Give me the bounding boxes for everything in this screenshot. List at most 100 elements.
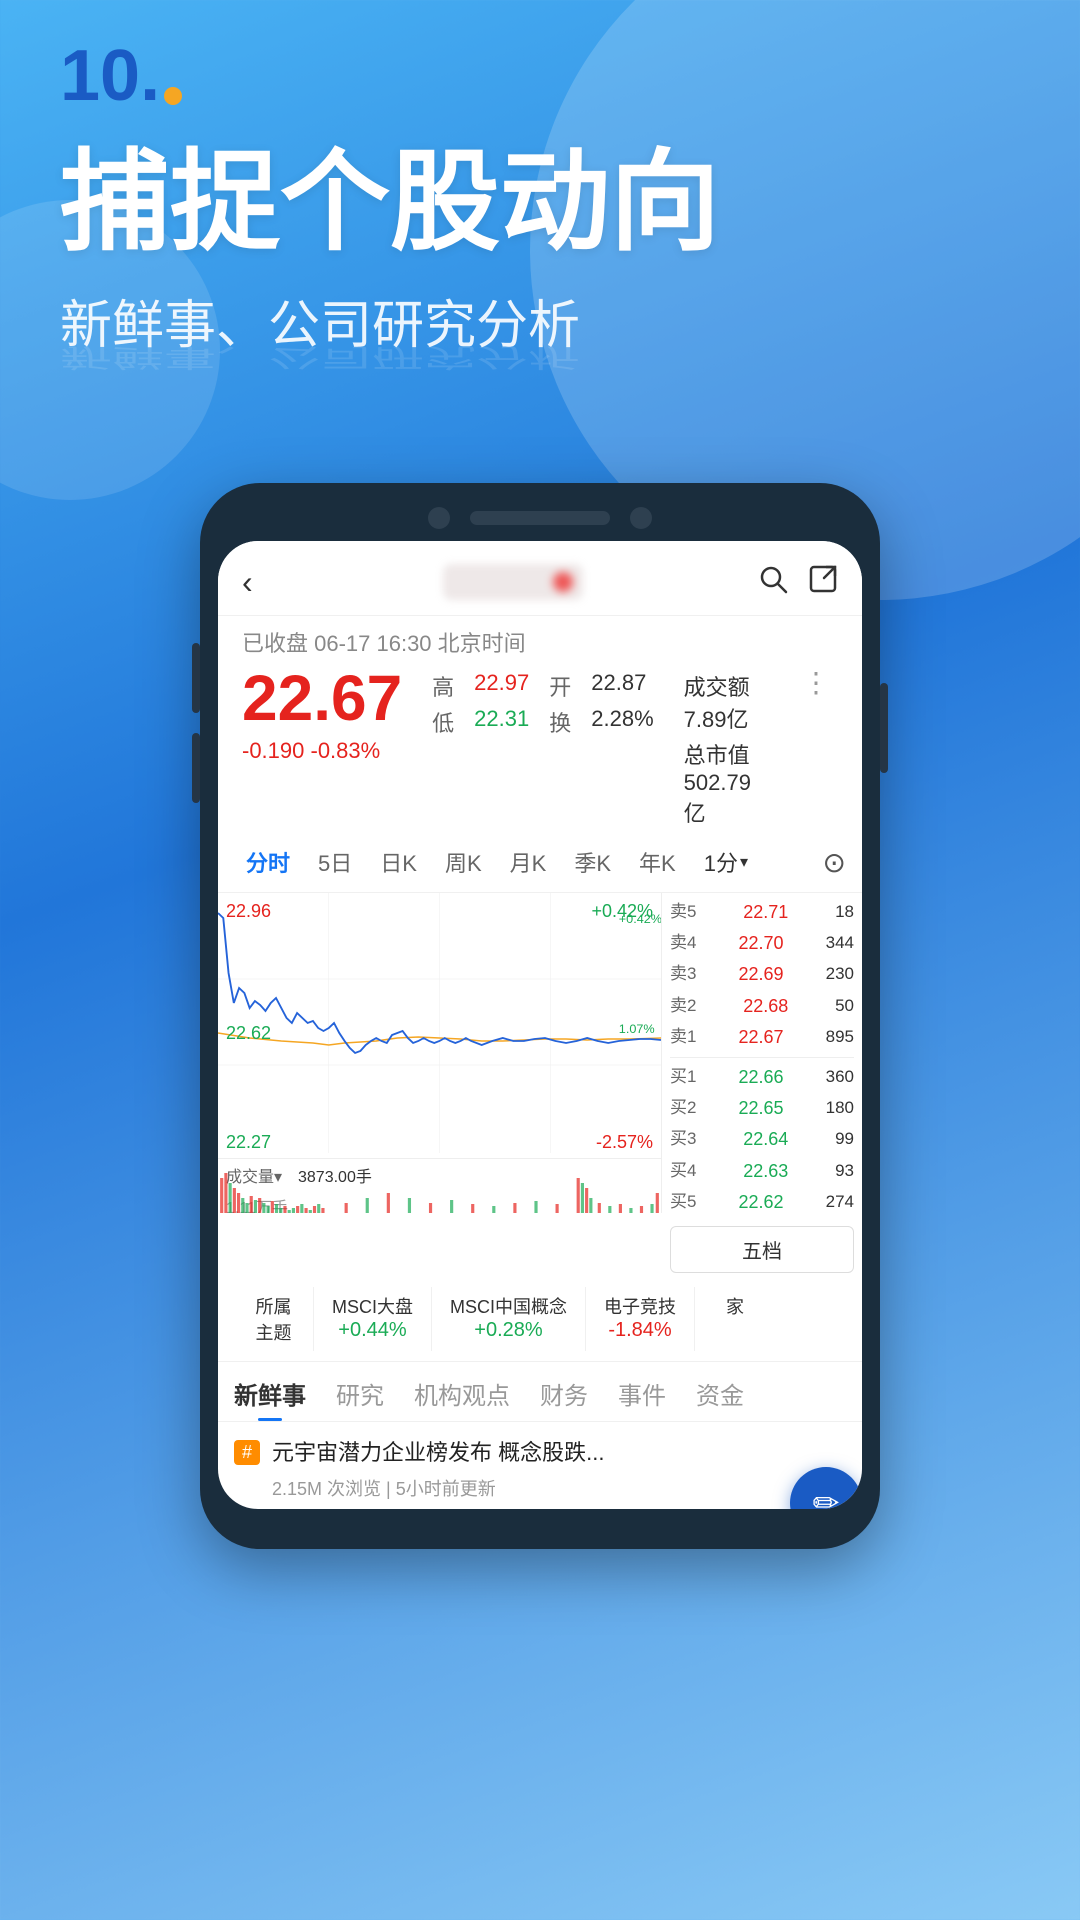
low-label: 低 bbox=[432, 706, 454, 738]
buy-3-price: 22.64 bbox=[743, 1127, 788, 1152]
news-tab-institution[interactable]: 机构观点 bbox=[414, 1376, 510, 1421]
side-btn-right bbox=[880, 683, 888, 773]
buy-4-row: 买4 22.63 93 bbox=[670, 1156, 854, 1187]
news-meta: 2.15M 次浏览 | 5小时前更新 bbox=[272, 1475, 846, 1501]
market-cap-val: 502.79亿 bbox=[684, 770, 751, 826]
sell-3-price: 22.69 bbox=[739, 962, 784, 987]
buy-2-price: 22.65 bbox=[739, 1096, 784, 1121]
sell-3-label: 卖3 bbox=[670, 962, 696, 987]
buy-4-qty: 93 bbox=[835, 1159, 854, 1184]
chart-tabs: 分时 5日 日K 周K 月K 季K 年K 1分▾ ⊙ bbox=[218, 832, 862, 893]
news-tab-research[interactable]: 研究 bbox=[336, 1376, 384, 1421]
buy-1-price: 22.66 bbox=[739, 1065, 784, 1090]
theme-msci-china-pct: +0.28% bbox=[474, 1319, 542, 1342]
buy-5-qty: 274 bbox=[826, 1190, 854, 1215]
tab-5day[interactable]: 5日 bbox=[306, 840, 364, 884]
buy-1-label: 买1 bbox=[670, 1065, 696, 1090]
news-item-0[interactable]: # 元宇宙潜力企业榜发布 概念股跌... 2.15M 次浏览 | 5小时前更新 … bbox=[218, 1422, 862, 1509]
chart-mid-price: 22.62 bbox=[226, 1023, 271, 1044]
sell-1-qty: 895 bbox=[826, 1025, 854, 1050]
sell-2-row: 卖2 22.68 50 bbox=[670, 991, 854, 1022]
theme-more-label: 家 bbox=[726, 1293, 744, 1319]
amount-row: 成交额 7.89亿 bbox=[684, 670, 764, 734]
amount-val: 7.89亿 bbox=[684, 707, 749, 732]
news-title: 元宇宙潜力企业榜发布 概念股跌... bbox=[272, 1438, 846, 1469]
pen-icon: ✏ bbox=[813, 1484, 840, 1509]
market-cap-label: 总市值 bbox=[684, 743, 750, 768]
amount-label: 成交额 bbox=[684, 675, 750, 700]
theme-esports-pct: -1.84% bbox=[608, 1319, 671, 1342]
phone-camera bbox=[428, 507, 450, 529]
sell-1-label: 卖1 bbox=[670, 1025, 696, 1050]
tab-1min[interactable]: 1分▾ bbox=[692, 840, 760, 884]
search-icon[interactable] bbox=[758, 561, 788, 603]
tab-monthk[interactable]: 月K bbox=[498, 840, 559, 884]
side-btn-left-mid bbox=[192, 733, 200, 803]
sell-3-row: 卖3 22.69 230 bbox=[670, 959, 854, 990]
sell-1-row: 卖1 22.67 895 bbox=[670, 1022, 854, 1053]
market-cap-row: 总市值 502.79亿 bbox=[684, 738, 764, 828]
hero-subtitle-reflect: 新鲜事、公司研究分析 bbox=[60, 341, 1020, 379]
price-details: 高 22.97 开 22.87 低 22.31 换 2.28% bbox=[432, 670, 653, 738]
sell-2-qty: 50 bbox=[835, 994, 854, 1019]
chart-high-price: 22.96 bbox=[226, 901, 271, 922]
sell-4-label: 卖4 bbox=[670, 931, 696, 956]
buy-1-row: 买1 22.66 360 bbox=[670, 1062, 854, 1093]
volume-area: 成交量▾ 3873.00手 1.11万手 bbox=[218, 1158, 661, 1213]
chart-high-pct: +0.42% bbox=[591, 901, 653, 922]
news-tab-fresh[interactable]: 新鲜事 bbox=[234, 1376, 306, 1421]
sell-5-qty: 18 bbox=[835, 900, 854, 925]
phone-screen: ‹ bbox=[218, 541, 862, 1509]
buy-5-price: 22.62 bbox=[739, 1190, 784, 1215]
header-blurred-title bbox=[443, 564, 583, 600]
order-book: 卖5 22.71 18 卖4 22.70 344 卖3 22.69 230 bbox=[662, 893, 862, 1277]
sell-3-qty: 230 bbox=[826, 962, 854, 987]
theme-section: 所属 主题 MSCI大盘 +0.44% MSCI中国概念 +0.28% 电子竞技… bbox=[218, 1277, 862, 1362]
buy-3-label: 买3 bbox=[670, 1127, 696, 1152]
news-tab-events[interactable]: 事件 bbox=[618, 1376, 666, 1421]
back-button[interactable]: ‹ bbox=[242, 564, 253, 601]
high-val: 22.97 bbox=[474, 670, 529, 702]
phone-speaker bbox=[470, 511, 610, 525]
tab-seasonk[interactable]: 季K bbox=[562, 840, 623, 884]
news-tab-finance[interactable]: 财务 bbox=[540, 1376, 588, 1421]
news-tab-capital[interactable]: 资金 bbox=[696, 1376, 744, 1421]
logo-dot bbox=[164, 87, 182, 105]
buy-4-price: 22.63 bbox=[743, 1159, 788, 1184]
sell-4-row: 卖4 22.70 344 bbox=[670, 928, 854, 959]
share-icon[interactable] bbox=[808, 561, 838, 603]
theme-msci-large-pct: +0.44% bbox=[338, 1319, 406, 1342]
turnover-label: 换 bbox=[549, 706, 571, 738]
news-content: 元宇宙潜力企业榜发布 概念股跌... 2.15M 次浏览 | 5小时前更新 bbox=[272, 1438, 846, 1501]
app-header: ‹ bbox=[218, 541, 862, 616]
side-btn-left-top bbox=[192, 643, 200, 713]
target-icon[interactable]: ⊙ bbox=[823, 846, 846, 879]
tab-fenshi[interactable]: 分时 bbox=[234, 840, 302, 884]
buy-4-label: 买4 bbox=[670, 1159, 696, 1184]
sell-5-row: 卖5 22.71 18 bbox=[670, 897, 854, 928]
wudang-button[interactable]: 五档 bbox=[670, 1226, 854, 1273]
tab-dayk[interactable]: 日K bbox=[368, 840, 429, 884]
tab-weekk[interactable]: 周K bbox=[433, 840, 494, 884]
hero-title: 捕捉个股动向 bbox=[60, 142, 1020, 263]
phone-mockup: ‹ bbox=[0, 483, 1080, 1549]
sell-5-label: 卖5 bbox=[670, 900, 696, 925]
turnover-val: 2.28% bbox=[591, 706, 653, 738]
sell-4-price: 22.70 bbox=[739, 931, 784, 956]
high-label: 高 bbox=[432, 670, 454, 702]
open-label: 开 bbox=[549, 670, 571, 702]
more-dots[interactable]: ⋮ bbox=[794, 666, 838, 699]
theme-more[interactable]: 家 bbox=[695, 1287, 775, 1351]
theme-msci-china-label: MSCI中国概念 bbox=[450, 1293, 567, 1319]
theme-msci-china[interactable]: MSCI中国概念 +0.28% bbox=[432, 1287, 586, 1351]
top-area: 10. 捕捉个股动向 新鲜事、公司研究分析 新鲜事、公司研究分析 bbox=[0, 0, 1080, 453]
svg-text:1.07%: 1.07% bbox=[619, 1022, 655, 1036]
low-val: 22.31 bbox=[474, 706, 529, 738]
price-right: 成交额 7.89亿 总市值 502.79亿 bbox=[684, 670, 764, 828]
theme-msci-large-label: MSCI大盘 bbox=[332, 1293, 413, 1319]
header-dot-red bbox=[553, 572, 573, 592]
tab-yeark[interactable]: 年K bbox=[627, 840, 688, 884]
price-chart-svg: +0.42% 1.07% bbox=[218, 893, 661, 1153]
theme-msci-large[interactable]: MSCI大盘 +0.44% bbox=[314, 1287, 432, 1351]
theme-esports[interactable]: 电子竞技 -1.84% bbox=[586, 1287, 695, 1351]
